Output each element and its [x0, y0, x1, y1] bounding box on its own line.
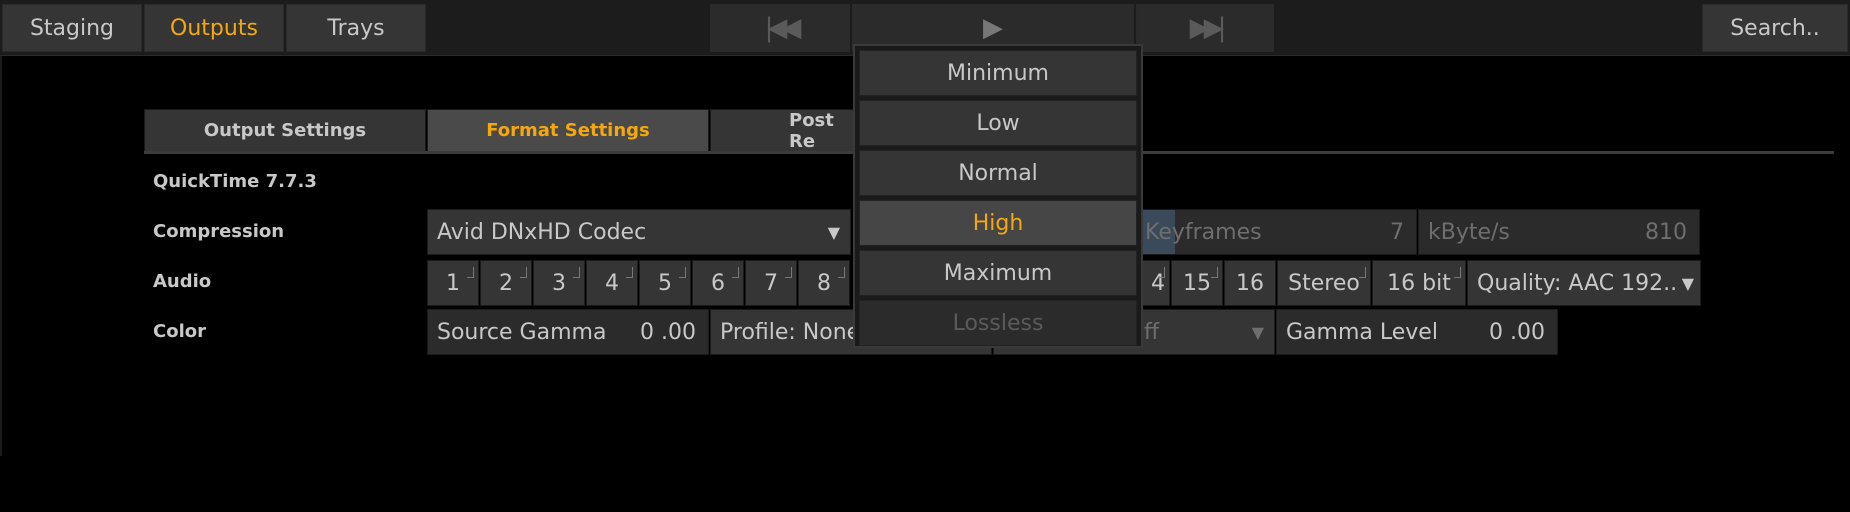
channel-number: 16 — [1236, 270, 1264, 296]
skip-forward-button[interactable]: ▶▶| — [1136, 4, 1274, 52]
corner-mark-icon — [1454, 267, 1461, 278]
audio-channel-2[interactable]: 2 — [480, 260, 532, 306]
codec-select[interactable]: Avid DNxHD Codec ▼ — [427, 209, 851, 255]
quality-dropdown: Minimum Low Normal High Maximum Lossless — [853, 44, 1143, 348]
channel-number: 6 — [711, 270, 725, 296]
codec-value: Avid DNxHD Codec — [437, 219, 647, 245]
audio-channel-15[interactable]: 15 — [1171, 260, 1223, 306]
channel-number: 7 — [764, 270, 778, 296]
tab-outputs[interactable]: Outputs — [144, 4, 284, 52]
keyframes-value: 7 — [1390, 219, 1404, 245]
audio-quality-value: Quality: AAC 192.. — [1477, 270, 1678, 296]
audio-channel-1[interactable]: 1 — [427, 260, 479, 306]
stereo-button[interactable]: Stereo — [1277, 260, 1371, 306]
corner-mark-icon — [838, 267, 845, 278]
skip-back-icon: |◀◀ — [764, 13, 802, 43]
option-low[interactable]: Low — [859, 100, 1137, 146]
tab-trays[interactable]: Trays — [286, 4, 426, 52]
audio-channel-5[interactable]: 5 — [639, 260, 691, 306]
channel-number: 8 — [817, 270, 831, 296]
audio-quality-select[interactable]: Quality: AAC 192.. ▼ — [1467, 260, 1701, 306]
kbyte-value: 810 — [1645, 219, 1687, 245]
kbyte-label: kByte/s — [1428, 219, 1510, 245]
corner-mark-icon — [626, 267, 633, 278]
audio-label: Audio — [153, 271, 212, 292]
chevron-down-icon: ▼ — [1681, 273, 1694, 293]
compression-label: Compression — [153, 221, 285, 242]
option-normal[interactable]: Normal — [859, 150, 1137, 196]
chevron-down-icon: ▼ — [827, 222, 840, 242]
gamma-level-value: 0 .00 — [1489, 319, 1545, 345]
audio-channel-7[interactable]: 7 — [745, 260, 797, 306]
corner-mark-icon — [520, 267, 527, 278]
channel-number: 2 — [499, 270, 513, 296]
keyframes-field[interactable]: Keyframes 7 — [1140, 209, 1417, 255]
bit-depth-label: 16 bit — [1387, 270, 1451, 296]
option-maximum[interactable]: Maximum — [859, 250, 1137, 296]
corner-mark-icon — [467, 267, 474, 278]
channel-number: 3 — [552, 270, 566, 296]
tab-format-settings[interactable]: Format Settings — [427, 109, 709, 152]
channel-number: 5 — [658, 270, 672, 296]
audio-channel-3[interactable]: 3 — [533, 260, 585, 306]
skip-forward-icon: ▶▶| — [1189, 13, 1227, 43]
bit-depth-button[interactable]: 16 bit — [1372, 260, 1466, 306]
audio-channel-8[interactable]: 8 — [798, 260, 850, 306]
audio-channel-16[interactable]: 16 — [1224, 260, 1276, 306]
gamma-level-label: Gamma Level — [1286, 319, 1438, 345]
color-label: Color — [153, 321, 206, 342]
corner-mark-icon — [785, 267, 792, 278]
stereo-label: Stereo — [1288, 270, 1360, 296]
keyframes-label: Keyframes — [1145, 219, 1262, 245]
channel-number: 4 — [605, 270, 619, 296]
format-label: QuickTime 7.7.3 — [153, 171, 317, 192]
corner-mark-icon — [732, 267, 739, 278]
tab-staging[interactable]: Staging — [2, 4, 142, 52]
play-icon: ▶ — [983, 13, 1003, 43]
corner-mark-icon — [1158, 267, 1165, 278]
option-high[interactable]: High — [859, 200, 1137, 246]
tab-output-settings[interactable]: Output Settings — [144, 109, 426, 152]
corner-mark-icon — [1211, 267, 1218, 278]
channel-number: 15 — [1183, 270, 1211, 296]
skip-back-button[interactable]: |◀◀ — [710, 4, 850, 52]
channel-number: 1 — [446, 270, 460, 296]
left-edge — [0, 56, 2, 456]
option-minimum[interactable]: Minimum — [859, 50, 1137, 96]
corner-mark-icon — [679, 267, 686, 278]
search-button[interactable]: Search.. — [1702, 4, 1848, 52]
source-gamma-value: 0 .00 — [640, 319, 696, 345]
corner-mark-icon — [1359, 267, 1366, 278]
source-gamma-field[interactable]: Source Gamma 0 .00 — [427, 309, 709, 355]
audio-channel-4[interactable]: 4 — [586, 260, 638, 306]
audio-channel-14[interactable]: 4 — [1140, 260, 1170, 306]
gamma-level-field[interactable]: Gamma Level 0 .00 — [1276, 309, 1558, 355]
option-lossless: Lossless — [859, 300, 1137, 346]
chevron-down-icon: ▼ — [1251, 322, 1264, 342]
source-gamma-label: Source Gamma — [437, 319, 607, 345]
audio-channel-6[interactable]: 6 — [692, 260, 744, 306]
tab-post-render[interactable]: Post Re — [710, 109, 860, 152]
kbyte-field[interactable]: kByte/s 810 — [1418, 209, 1700, 255]
corner-mark-icon — [573, 267, 580, 278]
